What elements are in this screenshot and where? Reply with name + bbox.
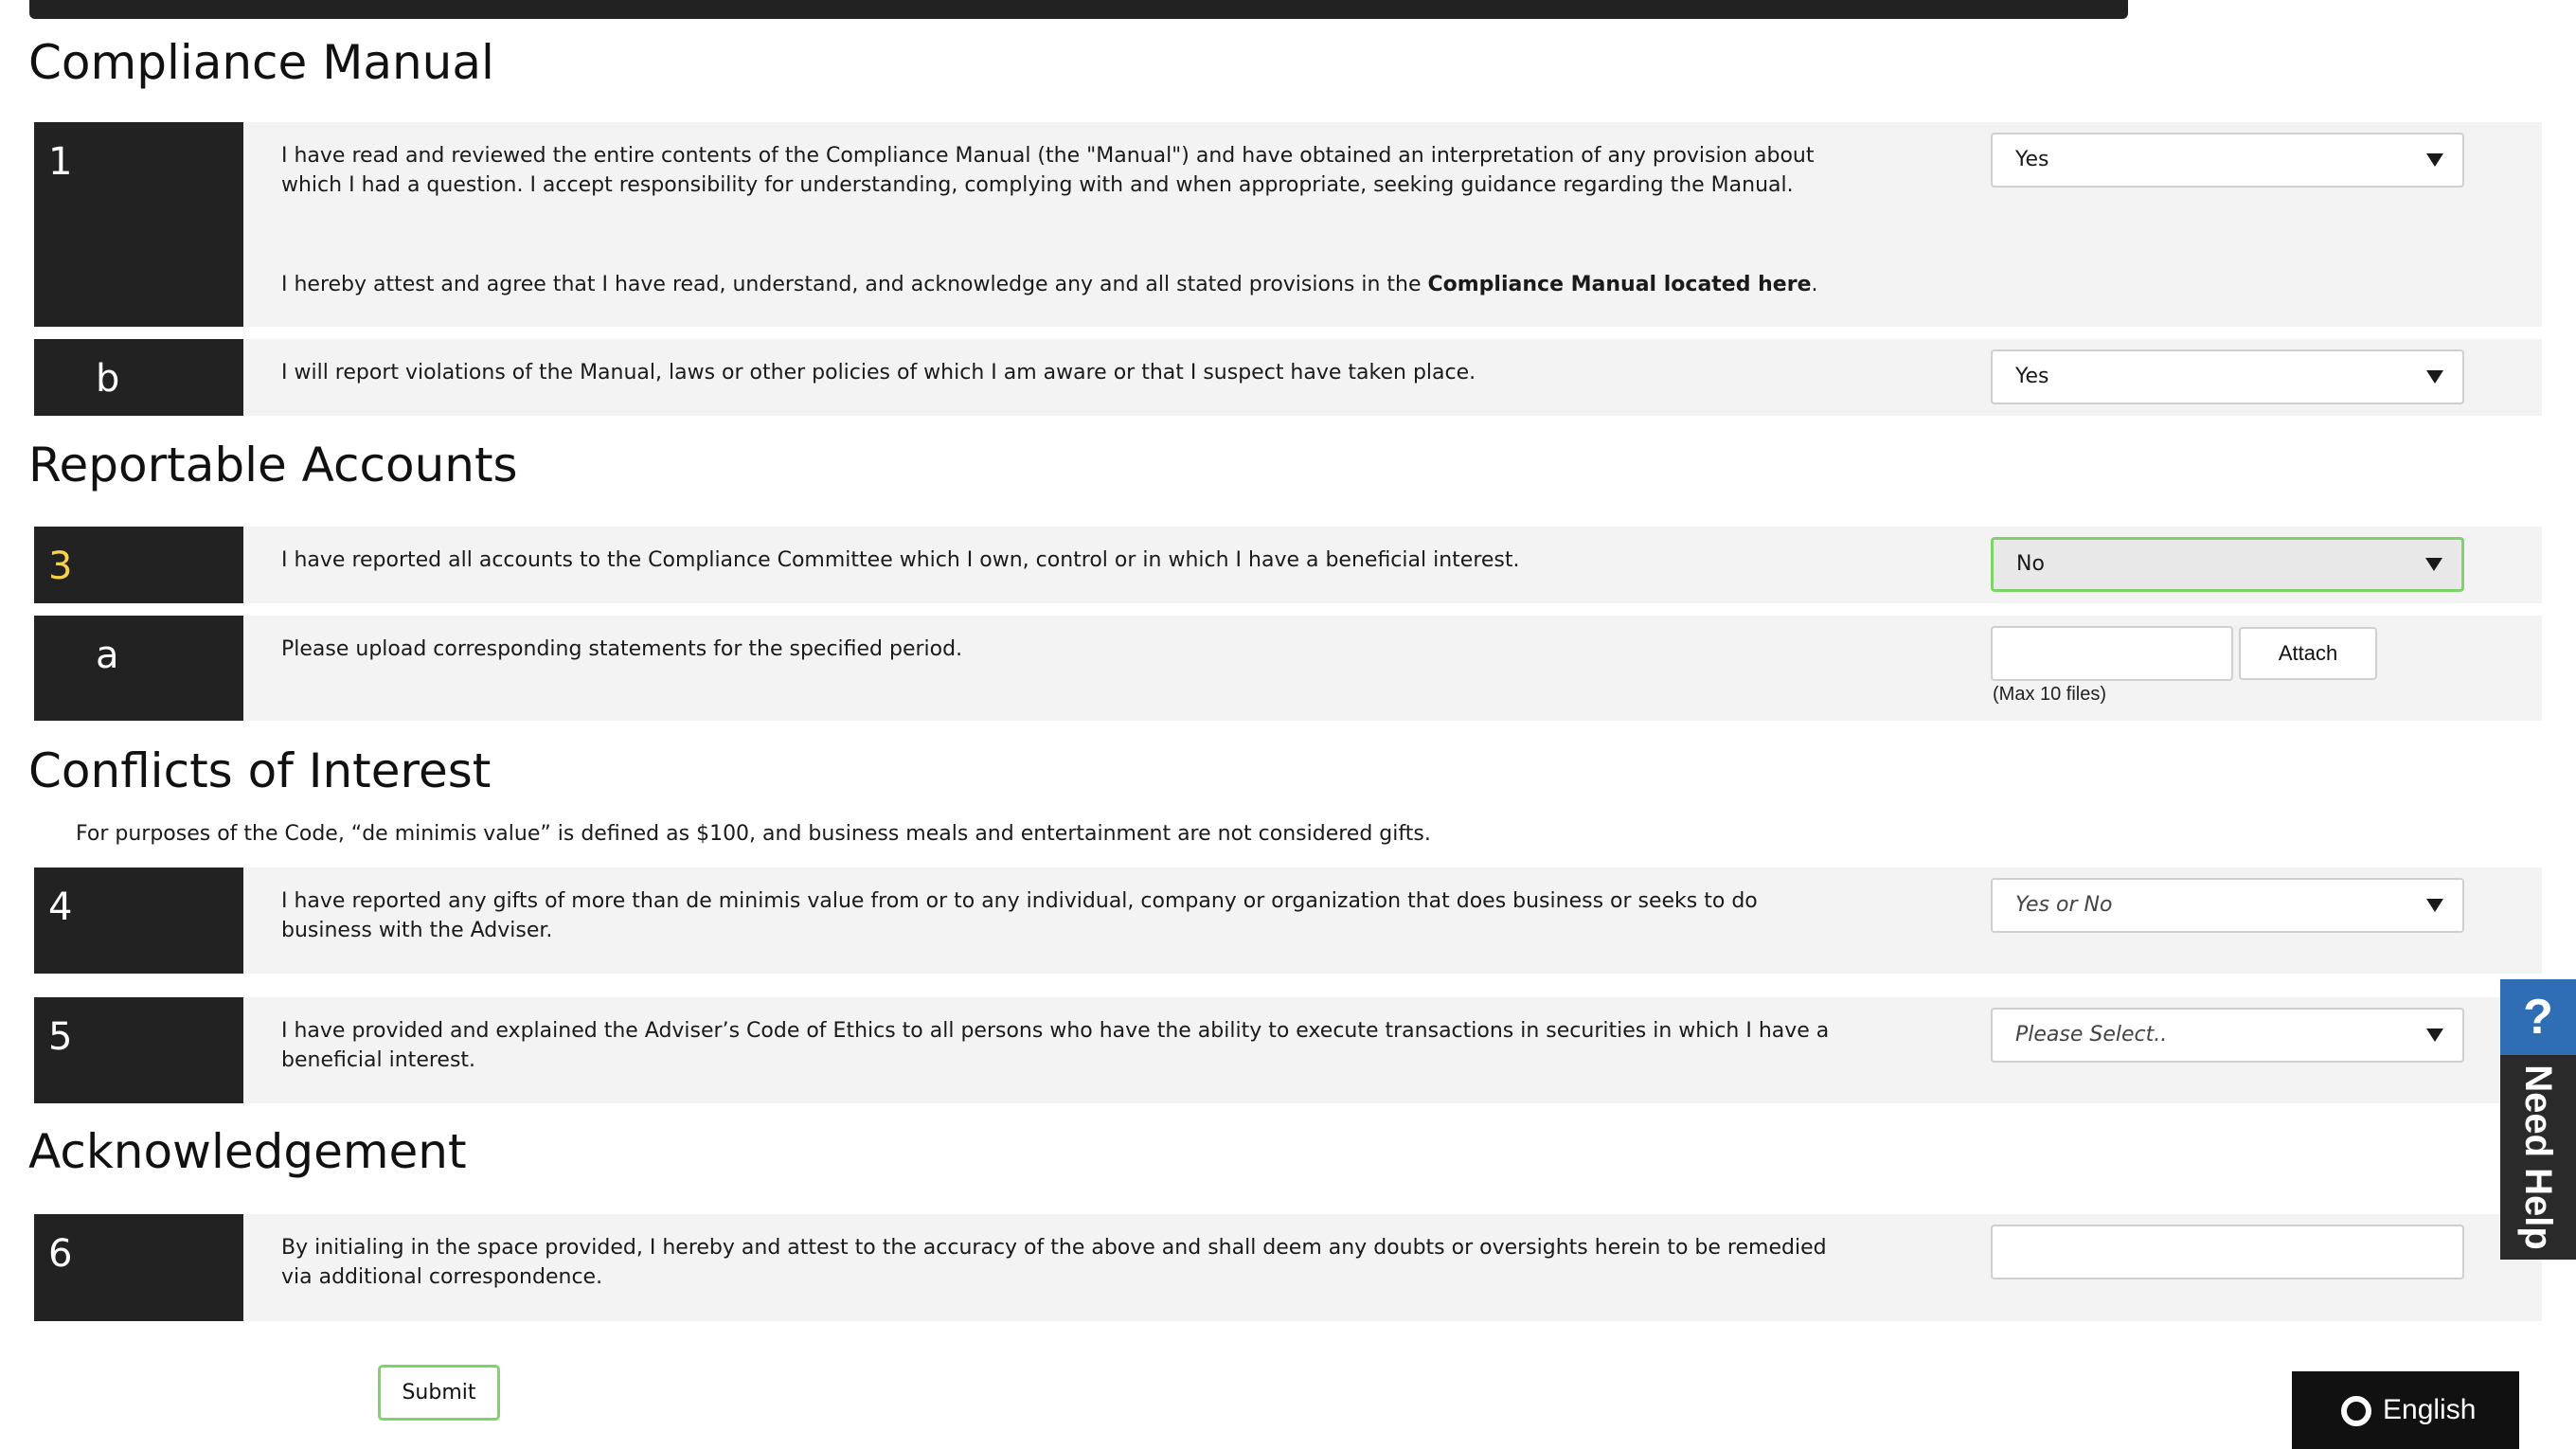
chevron-down-icon xyxy=(2426,370,2443,384)
question-row-1: 1 I have read and reviewed the entire co… xyxy=(34,122,2542,327)
de-minimis-note: For purposes of the Code, “de minimis va… xyxy=(76,822,1431,846)
question-text: I will report violations of the Manual, … xyxy=(281,361,1476,385)
compliance-manual-link[interactable]: Compliance Manual located here xyxy=(1428,273,1812,296)
need-help-tab[interactable]: Need Help xyxy=(2500,1055,2576,1260)
chevron-down-icon xyxy=(2425,558,2442,571)
answer-select[interactable]: Yes xyxy=(1991,133,2464,188)
file-upload-field[interactable] xyxy=(1991,626,2233,681)
attach-button[interactable]: Attach xyxy=(2239,627,2377,680)
section-title-reportable-accounts: Reportable Accounts xyxy=(28,438,518,492)
answer-select[interactable]: Yes or No xyxy=(1991,878,2464,933)
question-number: 6 xyxy=(34,1214,243,1321)
section-title-acknowledgement: Acknowledgement xyxy=(28,1124,467,1179)
answer-select[interactable]: No xyxy=(1991,537,2464,592)
question-text: I have read and reviewed the entire cont… xyxy=(281,144,1815,197)
chevron-down-icon xyxy=(2426,1029,2443,1042)
answer-select[interactable]: Yes xyxy=(1991,349,2464,404)
question-text: By initialing in the space provided, I h… xyxy=(281,1236,1827,1289)
question-text: I have provided and explained the Advise… xyxy=(281,1019,1830,1072)
submit-button[interactable]: Submit xyxy=(378,1365,500,1421)
question-row-3: 3 I have reported all accounts to the Co… xyxy=(34,527,2542,603)
chevron-down-icon xyxy=(2426,899,2443,912)
globe-icon xyxy=(2341,1396,2371,1426)
question-number: 4 xyxy=(34,868,243,974)
need-help-widget[interactable]: ? Need Help xyxy=(2500,979,2576,1260)
question-mark-icon[interactable]: ? xyxy=(2500,979,2576,1055)
question-text: Please upload corresponding statements f… xyxy=(281,637,963,661)
max-files-hint: (Max 10 files) xyxy=(1993,684,2107,705)
attestation-suffix: . xyxy=(1811,273,1818,296)
question-number: 3 xyxy=(34,527,243,603)
question-number: 1 xyxy=(34,122,243,327)
language-selector-button[interactable]: English xyxy=(2292,1371,2519,1449)
answer-select-value: Yes xyxy=(2015,365,2049,388)
question-number: a xyxy=(34,616,243,721)
attestation-prefix: I hereby attest and agree that I have re… xyxy=(281,273,1428,296)
need-help-label: Need Help xyxy=(2517,1064,2559,1250)
answer-select-placeholder: Yes or No xyxy=(2015,893,2113,917)
initials-input[interactable] xyxy=(1991,1225,2464,1279)
language-label: English xyxy=(2383,1394,2477,1425)
attestation-text: I hereby attest and agree that I have re… xyxy=(281,270,1834,299)
top-bar xyxy=(29,0,2128,19)
answer-select-value: No xyxy=(2016,552,2045,576)
question-text: I have reported all accounts to the Comp… xyxy=(281,548,1520,572)
question-text: I have reported any gifts of more than d… xyxy=(281,889,1758,942)
section-title-conflicts-of-interest: Conflicts of Interest xyxy=(28,743,492,798)
answer-select[interactable]: Please Select.. xyxy=(1991,1008,2464,1063)
question-number: 5 xyxy=(34,997,243,1103)
chevron-down-icon xyxy=(2426,153,2443,167)
question-row-5: 5 I have provided and explained the Advi… xyxy=(34,997,2542,1103)
section-title-compliance-manual: Compliance Manual xyxy=(28,35,494,90)
question-number: b xyxy=(34,339,243,416)
answer-select-placeholder: Please Select.. xyxy=(2015,1023,2168,1046)
question-row-3a: a Please upload corresponding statements… xyxy=(34,616,2542,721)
question-row-1b: b I will report violations of the Manual… xyxy=(34,339,2542,416)
answer-select-value: Yes xyxy=(2015,148,2049,171)
question-row-6: 6 By initialing in the space provided, I… xyxy=(34,1214,2542,1321)
question-row-4: 4 I have reported any gifts of more than… xyxy=(34,868,2542,974)
